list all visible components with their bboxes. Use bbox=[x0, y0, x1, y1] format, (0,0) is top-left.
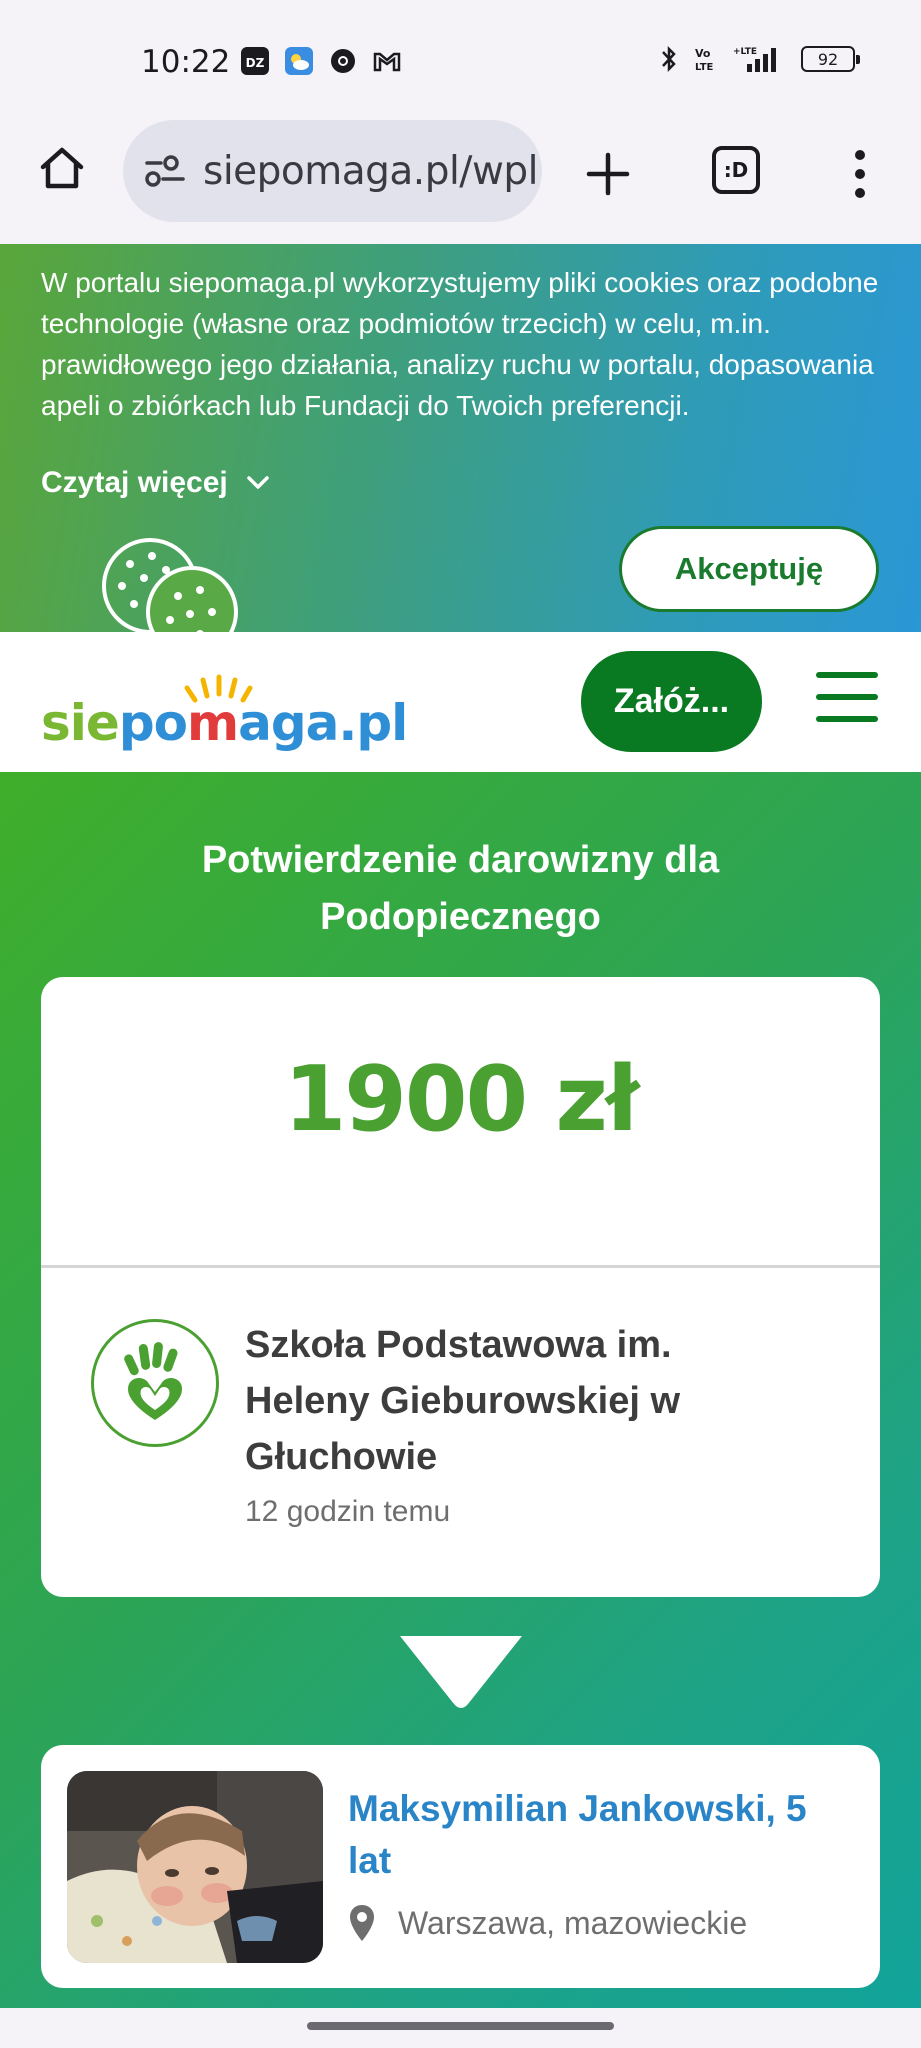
cookies-icon bbox=[102, 538, 238, 632]
hamburger-line bbox=[816, 716, 878, 722]
hand-heart-icon bbox=[124, 1342, 182, 1420]
logo-m: m bbox=[186, 694, 239, 752]
dz-app-icon: DZ bbox=[240, 46, 270, 76]
arrow-down-icon bbox=[400, 1636, 522, 1708]
battery-indicator: 92 bbox=[801, 46, 860, 72]
logo-aga: aga bbox=[238, 694, 339, 752]
read-more-link[interactable]: Czytaj więcej bbox=[41, 466, 270, 500]
org-name[interactable]: Szkoła Podstawowa im. Heleny Gieburowski… bbox=[245, 1317, 805, 1485]
svg-text:Vo: Vo bbox=[695, 47, 711, 60]
site-settings-icon[interactable] bbox=[143, 149, 187, 193]
status-right: Vo LTE +LTE 92 bbox=[659, 44, 860, 74]
main-content: Potwierdzenie darowizny dla Podopieczneg… bbox=[0, 772, 921, 2008]
hamburger-line bbox=[816, 694, 878, 700]
menu-dot bbox=[855, 188, 865, 198]
gesture-handle[interactable] bbox=[307, 2022, 614, 2030]
beneficiary-location: Warszawa, mazowieckie bbox=[348, 1903, 747, 1943]
home-icon bbox=[40, 147, 84, 189]
svg-text:DZ: DZ bbox=[246, 56, 265, 70]
accept-cookies-button[interactable]: Akceptuję bbox=[619, 526, 879, 612]
menu-dot bbox=[855, 150, 865, 160]
volte-icon: Vo LTE bbox=[695, 47, 714, 73]
logo-pl: .pl bbox=[338, 694, 408, 752]
plus-icon bbox=[586, 152, 630, 196]
chevron-down-icon bbox=[247, 476, 269, 489]
donation-time: 12 godzin temu bbox=[245, 1495, 451, 1528]
page-title: Potwierdzenie darowizny dla Podopieczneg… bbox=[201, 839, 720, 938]
site-header: siepomaga.pl Załóż... bbox=[0, 632, 921, 772]
divider bbox=[41, 1265, 880, 1268]
logo-po: po bbox=[118, 694, 188, 752]
beneficiary-photo[interactable] bbox=[67, 1771, 323, 1963]
new-tab-button[interactable] bbox=[578, 144, 638, 204]
bluetooth-icon bbox=[662, 45, 676, 73]
browser-toolbar: siepomaga.pl/wpl :D bbox=[0, 120, 921, 244]
address-bar[interactable]: siepomaga.pl/wpl bbox=[123, 120, 542, 222]
cookie-text: W portalu siepomaga.pl wykorzystujemy pl… bbox=[41, 267, 879, 421]
signal-icon: +LTE bbox=[733, 47, 776, 72]
location-pin-icon bbox=[350, 1905, 374, 1941]
home-button[interactable] bbox=[34, 140, 90, 196]
svg-text:+LTE: +LTE bbox=[733, 47, 757, 57]
cookie-banner: W portalu siepomaga.pl wykorzystujemy pl… bbox=[0, 244, 921, 632]
tab-switcher-button[interactable]: :D bbox=[712, 146, 760, 194]
weather-icon bbox=[284, 46, 314, 76]
status-time: 10:22 bbox=[141, 44, 231, 80]
hamburger-line bbox=[816, 672, 878, 678]
svg-text:LTE: LTE bbox=[695, 62, 714, 73]
url-text: siepomaga.pl/wpl bbox=[203, 148, 538, 194]
location-text: Warszawa, mazowieckie bbox=[398, 1904, 748, 1941]
hamburger-menu-button[interactable] bbox=[816, 672, 878, 722]
browser-menu-button[interactable] bbox=[840, 146, 880, 202]
gmail-icon bbox=[372, 46, 402, 76]
beneficiary-card[interactable]: Maksymilian Jankowski, 5 lat Warszawa, m… bbox=[41, 1745, 880, 1988]
create-fundraiser-button[interactable]: Załóż... bbox=[581, 651, 762, 752]
beneficiary-name[interactable]: Maksymilian Jankowski, 5 lat bbox=[348, 1783, 848, 1887]
read-more-label: Czytaj więcej bbox=[41, 466, 228, 499]
donation-card: 1900 zł Szkoła Podstawowa im. Heleny Gie… bbox=[41, 977, 880, 1597]
status-bar: 10:22 DZ Vo LTE +LTE 92 bbox=[0, 0, 921, 120]
org-avatar bbox=[91, 1319, 219, 1447]
notification-icons: DZ bbox=[240, 46, 402, 76]
logo-sie: sie bbox=[41, 694, 120, 752]
donation-amount: 1900 zł bbox=[283, 1047, 640, 1152]
chrome-icon bbox=[328, 46, 358, 76]
menu-dot bbox=[855, 169, 865, 179]
